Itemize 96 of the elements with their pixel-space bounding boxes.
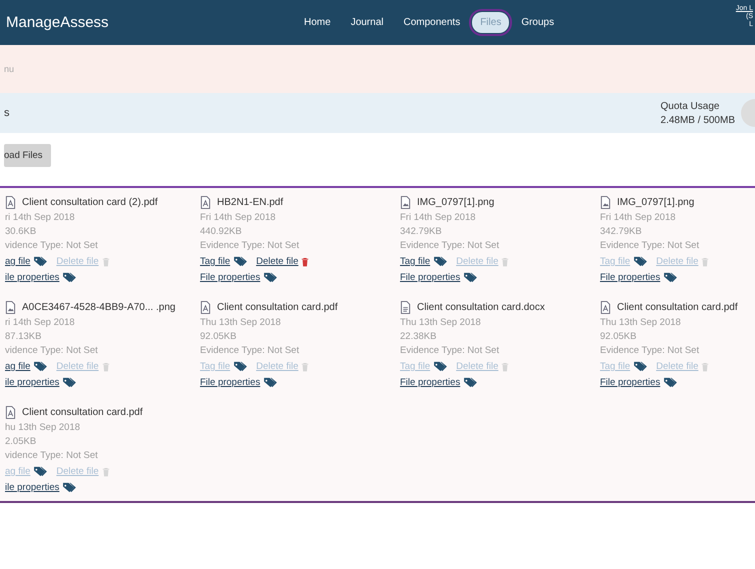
evidence-type: Evidence Type: Not Set — [400, 240, 500, 251]
evidence-type: Evidence Type: Not Set — [400, 345, 500, 356]
file-name: Client consultation card.pdf — [217, 302, 338, 313]
file-properties-link[interactable]: File properties — [200, 272, 278, 283]
trash-icon — [102, 466, 110, 476]
pdf-file-icon — [600, 301, 611, 314]
file-name: Client consultation card (2).pdf — [22, 197, 158, 208]
tag-icon — [233, 256, 248, 267]
file-date: Fri 14th Sep 2018 — [600, 212, 677, 223]
pdf-file-icon — [200, 196, 211, 209]
file-size: 92.05KB — [600, 331, 638, 342]
tag-file-link[interactable]: Tag file — [400, 256, 448, 267]
file-properties-link[interactable]: File properties — [600, 272, 678, 283]
file-properties-link[interactable]: ile properties — [5, 377, 78, 388]
file-size: 342.79KB — [600, 226, 643, 237]
app-brand: ManageAssess — [5, 14, 110, 31]
file-name: IMG_0797[1].png — [617, 197, 694, 208]
evidence-type: vidence Type: Not Set — [5, 450, 99, 461]
file-date: Thu 13th Sep 2018 — [400, 317, 482, 328]
file-size: 87.13KB — [5, 331, 42, 342]
file-date: Fri 14th Sep 2018 — [200, 212, 277, 223]
tag-icon — [433, 361, 448, 372]
pdf-file-icon — [5, 406, 16, 419]
file-name: Client consultation card.docx — [417, 302, 545, 313]
trash-icon — [501, 256, 510, 266]
tag-icon — [33, 256, 48, 267]
nav-link[interactable]: Journal — [342, 12, 392, 33]
pdf-file-icon — [200, 301, 211, 314]
quota-label: Quota Usage — [660, 100, 720, 112]
tag-file-link[interactable]: ag file — [5, 256, 48, 267]
evidence-type: vidence Type: Not Set — [5, 240, 99, 251]
nav-link[interactable]: Components — [396, 12, 468, 33]
tag-icon — [62, 482, 78, 493]
document-file-icon — [400, 301, 411, 314]
evidence-type: Evidence Type: Not Set — [200, 240, 300, 251]
nav-link[interactable]: Groups — [513, 12, 562, 33]
tag-icon — [263, 272, 278, 283]
evidence-type: Evidence Type: Not Set — [200, 345, 300, 356]
trash-icon — [102, 362, 110, 372]
tag-icon — [62, 272, 78, 283]
image-file-icon — [600, 196, 611, 209]
trash-icon — [301, 256, 310, 266]
file-size: 22.38KB — [400, 331, 438, 342]
file-name: A0CE3467-4528-4BB9-A70... .png — [22, 302, 176, 313]
tag-icon — [663, 272, 678, 283]
nav-link[interactable]: Home — [296, 12, 339, 33]
trash-icon — [701, 362, 710, 372]
tag-icon — [263, 377, 278, 388]
file-name: IMG_0797[1].png — [417, 197, 494, 208]
tag-file-link[interactable]: ag file — [5, 361, 48, 372]
image-file-icon — [5, 301, 16, 314]
quota-value: 2.48MB / 500MB — [660, 114, 735, 126]
tag-icon — [633, 256, 648, 267]
tag-icon — [463, 272, 478, 283]
tag-file-link[interactable]: Tag file — [200, 256, 248, 267]
tag-icon — [233, 361, 248, 372]
file-properties-link[interactable]: ile properties — [5, 272, 78, 283]
trash-icon — [501, 362, 510, 372]
evidence-type: Evidence Type: Not Set — [600, 345, 700, 356]
file-size: 342.79KB — [400, 226, 443, 237]
file-date: hu 13th Sep 2018 — [5, 422, 82, 433]
file-name: Client consultation card.pdf — [617, 302, 738, 313]
file-properties-link[interactable]: File properties — [200, 377, 278, 388]
evidence-type: vidence Type: Not Set — [5, 345, 99, 356]
file-date: ri 14th Sep 2018 — [5, 317, 76, 328]
trash-icon — [102, 256, 110, 266]
tag-icon — [33, 361, 48, 372]
file-properties-link[interactable]: File properties — [600, 377, 678, 388]
image-file-icon — [400, 196, 411, 209]
tag-icon — [33, 466, 48, 477]
menu-label: nu — [4, 64, 14, 74]
file-properties-link[interactable]: File properties — [400, 377, 478, 388]
trash-icon — [301, 362, 310, 372]
evidence-type: Evidence Type: Not Set — [600, 240, 700, 251]
file-date: ri 14th Sep 2018 — [5, 212, 76, 223]
tag-icon — [633, 361, 648, 372]
tag-icon — [463, 377, 478, 388]
file-date: Thu 13th Sep 2018 — [600, 317, 682, 328]
tag-icon — [663, 377, 678, 388]
file-date: Thu 13th Sep 2018 — [200, 317, 282, 328]
file-size: 2.05KB — [5, 436, 38, 447]
tag-icon — [433, 256, 448, 267]
file-properties-link[interactable]: ile properties — [5, 482, 78, 493]
file-name: HB2N1-EN.pdf — [217, 197, 284, 208]
delete-file-link[interactable]: Delete file — [256, 256, 310, 267]
file-size: 30.6KB — [5, 226, 38, 237]
file-date: Fri 14th Sep 2018 — [400, 212, 477, 223]
pdf-file-icon — [5, 196, 16, 209]
trash-icon — [701, 256, 710, 266]
file-size: 92.05KB — [200, 331, 238, 342]
upload-files-button[interactable]: oad Files — [4, 144, 51, 167]
page-title: s — [4, 107, 10, 119]
file-name: Client consultation card.pdf — [22, 407, 143, 418]
file-properties-link[interactable]: File properties — [400, 272, 478, 283]
file-size: 440.92KB — [200, 226, 243, 237]
tag-icon — [62, 377, 78, 388]
